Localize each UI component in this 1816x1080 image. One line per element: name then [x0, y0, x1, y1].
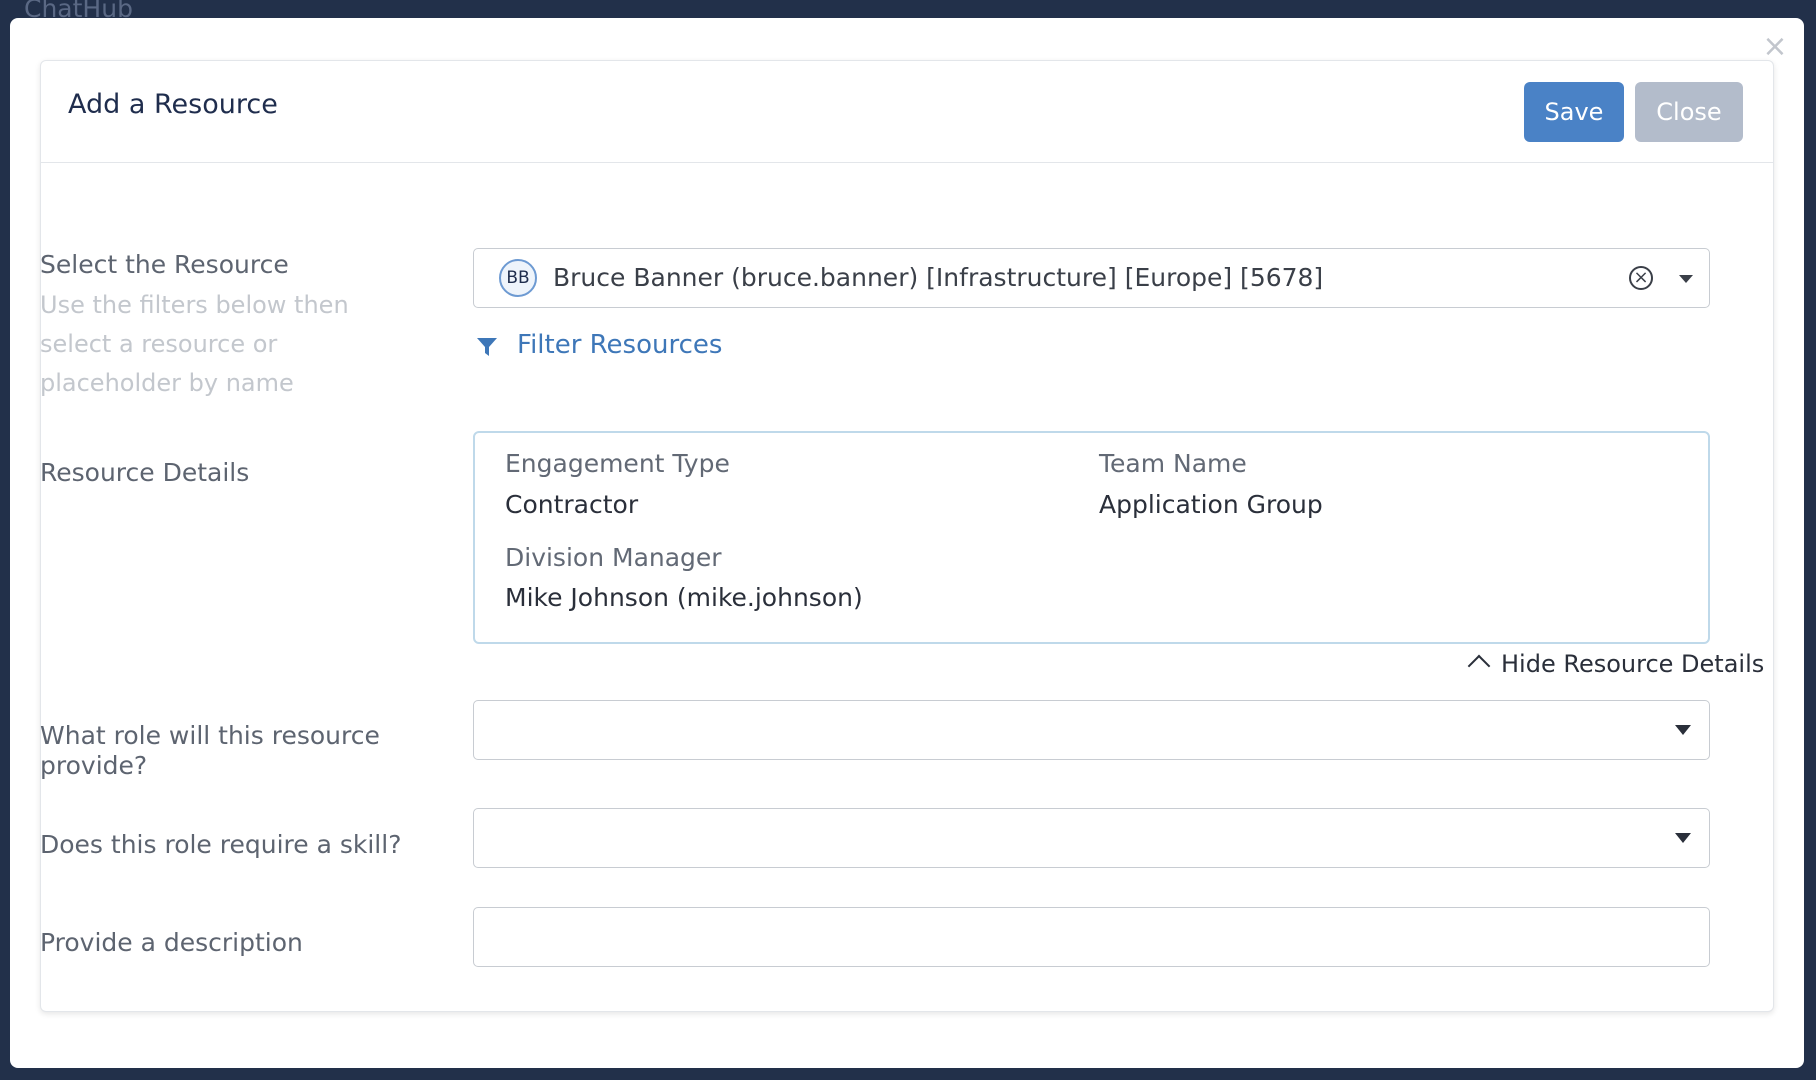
filter-icon[interactable] [476, 336, 498, 358]
filter-resources-link[interactable]: Filter Resources [517, 330, 722, 360]
chevron-down-icon[interactable] [1675, 725, 1691, 735]
chevron-down-icon[interactable] [1675, 833, 1691, 843]
division-manager-value: Mike Johnson (mike.johnson) [505, 583, 863, 612]
modal-close-icon[interactable]: × [1760, 32, 1790, 62]
description-input[interactable] [473, 907, 1710, 967]
modal-title: Add a Resource [68, 89, 278, 120]
skill-label: Does this role require a skill? [40, 830, 402, 859]
chevron-down-icon[interactable] [1679, 275, 1693, 283]
close-button[interactable]: Close [1635, 82, 1743, 142]
team-name-value: Application Group [1099, 490, 1323, 519]
card-header: Add a Resource Save Close [41, 61, 1773, 163]
select-resource-hint: Use the filters below then select a reso… [40, 291, 349, 397]
resource-details-label: Resource Details [40, 458, 250, 487]
description-label: Provide a description [40, 928, 303, 957]
engagement-type-value: Contractor [505, 490, 639, 519]
add-resource-modal: × Add a Resource Save Close Select the R… [10, 18, 1804, 1068]
resource-details-panel: Engagement Type Contractor Team Name App… [473, 431, 1710, 644]
division-manager-label: Division Manager [505, 543, 722, 572]
skill-select[interactable] [473, 808, 1710, 868]
resource-select-value: Bruce Banner (bruce.banner) [Infrastruct… [553, 263, 1324, 292]
resource-select[interactable]: BB Bruce Banner (bruce.banner) [Infrastr… [473, 248, 1710, 308]
role-label: What role will this resource provide? [40, 721, 380, 780]
hide-resource-details-link[interactable]: Hide Resource Details [1501, 650, 1764, 678]
role-select[interactable] [473, 700, 1710, 760]
clear-selection-icon[interactable]: × [1629, 266, 1653, 290]
select-resource-label: Select the Resource [40, 250, 289, 279]
engagement-type-label: Engagement Type [505, 449, 730, 478]
save-button[interactable]: Save [1524, 82, 1624, 142]
team-name-label: Team Name [1099, 449, 1247, 478]
avatar: BB [499, 259, 537, 297]
